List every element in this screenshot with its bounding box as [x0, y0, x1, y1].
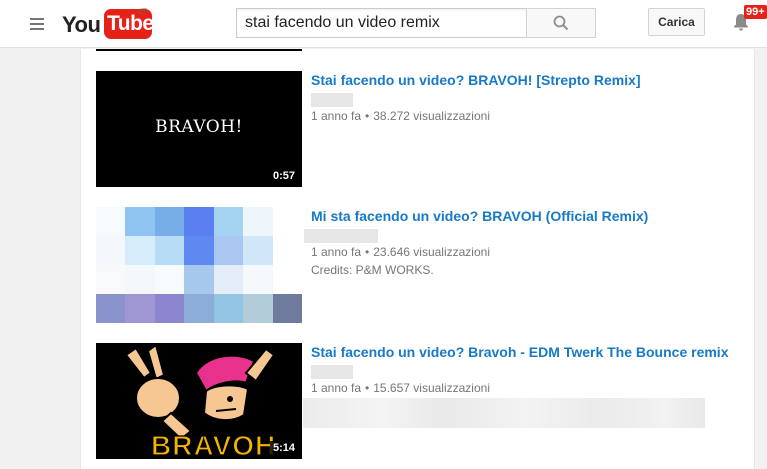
- upload-age: 1 anno fa: [311, 381, 362, 395]
- video-description-redacted: [303, 398, 705, 428]
- duration-badge: 5:14: [269, 441, 298, 455]
- view-count: 38.272 visualizzazioni: [373, 109, 490, 123]
- video-description: Credits: P&M WORKS.: [311, 263, 434, 277]
- list-item: BRAVOH! 0:57 Stai facendo un video? BRAV…: [96, 71, 736, 187]
- search-button[interactable]: [526, 8, 596, 38]
- thumbnail-text: BRAVOH!: [155, 117, 243, 137]
- meta-separator: •: [365, 381, 370, 395]
- view-count: 23.646 visualizzazioni: [373, 245, 490, 259]
- logo-you-text: You: [62, 12, 101, 37]
- search-icon: [553, 15, 569, 31]
- menu-icon[interactable]: [28, 14, 48, 34]
- results-list: BRAVOH! 0:57 Stai facendo un video? BRAV…: [80, 49, 755, 469]
- video-meta: 1 anno fa • 23.646 visualizzazioni: [311, 245, 490, 259]
- channel-name-redacted[interactable]: [304, 229, 378, 243]
- logo-country-code: IT: [139, 7, 147, 17]
- pixelated-thumbnail: [96, 207, 302, 323]
- video-meta: 1 anno fa • 38.272 visualizzazioni: [311, 109, 490, 123]
- video-title-link[interactable]: Stai facendo un video? Bravoh - EDM Twer…: [311, 344, 728, 360]
- meta-separator: •: [365, 109, 370, 123]
- list-item: Mi sta facendo un video? BRAVOH (Officia…: [96, 207, 736, 323]
- video-thumbnail[interactable]: [96, 207, 302, 323]
- channel-name-redacted[interactable]: [311, 93, 353, 107]
- upload-button[interactable]: Carica: [648, 8, 705, 36]
- meta-separator: •: [365, 245, 370, 259]
- notification-count-badge: 99+: [744, 5, 767, 19]
- channel-name-redacted[interactable]: [311, 365, 353, 379]
- list-item: BRAVOH 5:14 Stai facendo un video? Bravo…: [96, 343, 736, 459]
- video-meta: 1 anno fa • 15.657 visualizzazioni: [311, 381, 490, 395]
- thumbnail-text: BRAVOH: [151, 430, 276, 459]
- previous-result-thumbnail-edge: [96, 49, 302, 51]
- upload-age: 1 anno fa: [311, 245, 362, 259]
- video-thumbnail[interactable]: BRAVOH! 0:57: [96, 71, 302, 187]
- view-count: 15.657 visualizzazioni: [373, 381, 490, 395]
- search-input[interactable]: stai facendo un video remix: [236, 8, 527, 38]
- video-thumbnail[interactable]: BRAVOH 5:14: [96, 343, 302, 459]
- video-title-link[interactable]: Stai facendo un video? BRAVOH! [Strepto …: [311, 72, 641, 88]
- duration-badge: 0:57: [269, 169, 298, 183]
- upload-age: 1 anno fa: [311, 109, 362, 123]
- video-title-link[interactable]: Mi sta facendo un video? BRAVOH (Officia…: [311, 208, 648, 224]
- masthead: You Tube IT stai facendo un video remix …: [0, 0, 767, 48]
